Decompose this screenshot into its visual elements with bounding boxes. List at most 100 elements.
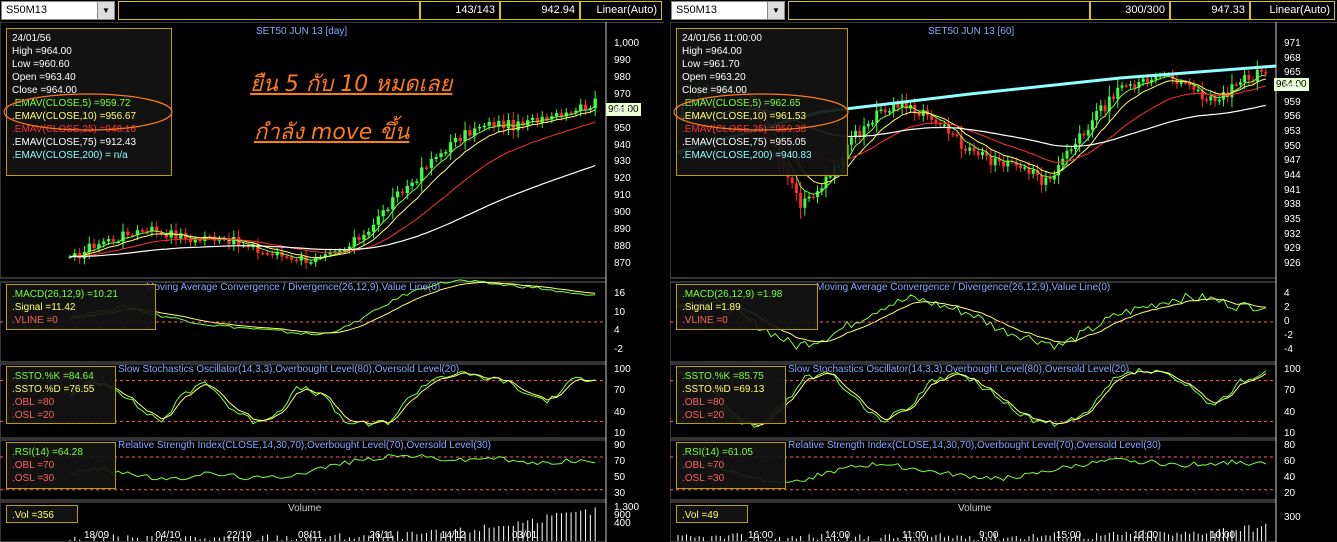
left-candle-body: [299, 256, 303, 261]
right-candle-body: [1238, 82, 1242, 85]
left-candle-body: [381, 210, 385, 217]
right-rsi-legend: .RSI(14) =61.05 .OBL =70 .OSL =30: [676, 442, 786, 489]
right-candle-body: [1099, 105, 1103, 111]
right-candle-body: [917, 113, 921, 116]
right-candle-body: [883, 109, 887, 113]
right-toolbar-field-1: [788, 1, 1090, 20]
left-candle-body: [265, 253, 270, 255]
left-candle-body: [309, 262, 313, 264]
right-rsi-title: Relative Strength Index(CLOSE,14,30,70),…: [788, 440, 1161, 451]
right-axis-label: 962: [1284, 82, 1301, 93]
right-rsi-value: .RSI(14) =61.05: [682, 447, 753, 458]
left-candle-body: [285, 256, 289, 258]
right-candle-body: [1205, 99, 1209, 101]
right-candle-body: [1264, 71, 1268, 74]
right-candle-body: [896, 103, 900, 108]
right-ssto-k: .SSTO.%K =85.75: [682, 371, 764, 382]
left-axis-label: 4: [614, 325, 620, 337]
right-ssto-d: .SSTO.%D =69.13: [682, 384, 765, 395]
left-axis-label: 50: [614, 472, 626, 483]
left-candle-body: [516, 121, 520, 131]
left-candle-body: [492, 121, 496, 127]
left-macd-signal: .Signal =11.42: [12, 302, 76, 313]
right-chart-title: SET50 JUN 13 [60]: [928, 26, 1015, 37]
left-high: High =964.00: [12, 46, 72, 57]
right-axis-label: 0: [1284, 316, 1290, 327]
left-symbol-select[interactable]: S50M13 ▼: [1, 1, 115, 20]
right-macd-signal: .Signal =1.89: [682, 302, 741, 313]
right-chart-window[interactable]: S50M13 ▼ 300/300 947.33 Linear(Auto) SET…: [670, 0, 1337, 542]
right-macd-value: .MACD(26,12,9) =1.98: [682, 289, 783, 300]
left-candle-body: [434, 156, 438, 159]
left-macd-title: Moving Average Convergence / Divergence(…: [146, 282, 441, 293]
left-scale-mode[interactable]: Linear(Auto): [580, 1, 662, 20]
chevron-down-icon[interactable]: ▼: [97, 2, 114, 19]
left-macd-value: .MACD(26,12,9) =10.21: [12, 289, 118, 300]
right-candle-body: [1040, 175, 1044, 185]
left-axis-label: 930: [614, 156, 631, 168]
left-rsi-legend: .RSI(14) =64.28 .OBL =70 .OSL =30: [6, 442, 116, 489]
right-ema-200: .EMAV(CLOSE,200) =940.83: [682, 150, 812, 161]
left-candle-body: [410, 182, 414, 187]
right-candle-body: [879, 109, 883, 111]
right-axis-label: 300: [1284, 512, 1301, 523]
right-candle-body: [1217, 99, 1221, 102]
left-candle-body: [400, 191, 405, 194]
left-candle-body: [92, 243, 96, 249]
right-candle-body: [1069, 149, 1073, 151]
right-candle-body: [964, 148, 968, 151]
right-x-label: 15:00: [1056, 530, 1082, 541]
left-axis-label: 90: [614, 440, 626, 451]
left-axis-label: 960: [614, 105, 631, 117]
right-x-label: 11:00: [902, 530, 927, 541]
left-candle-body: [367, 231, 371, 235]
right-scale-mode[interactable]: Linear(Auto): [1250, 1, 1335, 20]
left-candle-body: [395, 191, 400, 198]
left-chart-window[interactable]: S50M13 ▼ 143/143 942.94 Linear(Auto) SET…: [0, 0, 664, 542]
right-candle-body: [871, 122, 874, 125]
right-candle-body: [887, 111, 891, 113]
left-axis-label: 1,000: [614, 38, 640, 49]
right-candle-body: [980, 151, 984, 156]
left-candle-body: [530, 117, 535, 121]
right-candle-body: [951, 133, 955, 136]
left-candle-body: [583, 104, 588, 110]
left-axis-label: 880: [614, 241, 631, 253]
left-axis-label: 30: [614, 488, 626, 499]
right-symbol-select[interactable]: S50M13 ▼: [671, 1, 785, 20]
right-axis-label: 100: [1284, 364, 1301, 375]
left-candle-body: [415, 181, 419, 183]
right-axis-label: 935: [1284, 214, 1301, 225]
left-ssto-title: Slow Stochastics Oscillator(14,3,3),Over…: [118, 364, 460, 375]
left-candle-body: [487, 121, 491, 126]
right-candle-body: [1183, 82, 1187, 84]
left-axis-label: 70: [614, 385, 626, 397]
right-candle-body: [1192, 85, 1196, 90]
left-macd-vline: .VLINE =0: [12, 315, 58, 326]
left-ssto-obl: .OBL =80: [12, 397, 55, 408]
right-candle-body: [942, 124, 946, 127]
left-candle-body: [198, 239, 202, 242]
right-candle-body: [934, 119, 938, 123]
right-candle-body: [866, 124, 870, 127]
left-candle-body: [444, 152, 448, 154]
left-axis-label: 990: [614, 54, 631, 66]
left-candle-body: [501, 120, 506, 129]
right-x-label: 14:00: [825, 530, 851, 541]
left-vol-title: Volume: [288, 503, 322, 514]
right-candle-body: [1048, 177, 1052, 180]
right-macd-vline: .VLINE =0: [682, 315, 728, 326]
right-candle-body: [1086, 129, 1090, 136]
right-candle-body: [955, 134, 959, 137]
right-axis-label: 959: [1284, 96, 1301, 108]
left-candle-body: [458, 137, 462, 142]
left-candle-body: [424, 167, 429, 169]
right-candle-body: [1145, 78, 1149, 83]
left-rsi-title: Relative Strength Index(CLOSE,14,30,70),…: [118, 440, 491, 451]
right-candle-body: [1019, 165, 1022, 169]
left-vol-value: .Vol =356: [12, 510, 54, 521]
right-candle-body: [1124, 85, 1128, 87]
right-candle-body: [1128, 84, 1132, 86]
chevron-down-icon[interactable]: ▼: [767, 2, 784, 19]
right-axis-label: 941: [1284, 184, 1301, 196]
